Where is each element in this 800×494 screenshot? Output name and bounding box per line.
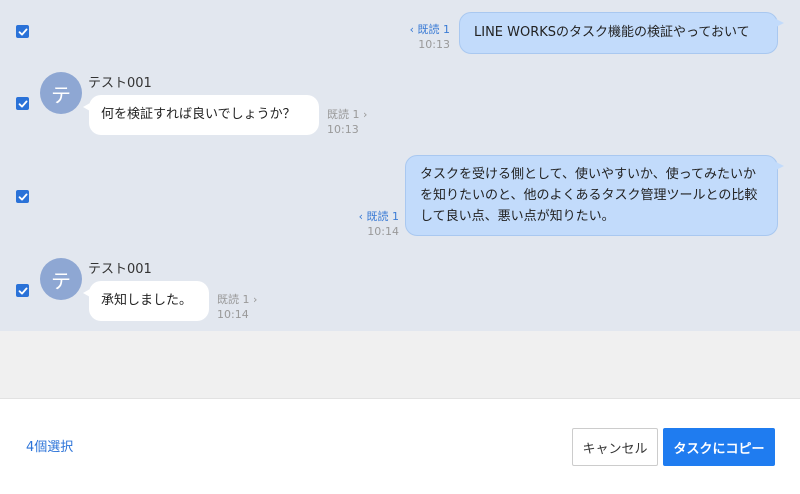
avatar[interactable]: テ (40, 258, 82, 300)
message-time: 10:14 (367, 225, 399, 238)
message-meta: 既読 1 › 10:14 (217, 292, 287, 322)
read-receipt[interactable]: ‹ 既読 1 (339, 209, 399, 224)
avatar[interactable]: テ (40, 72, 82, 114)
message-select-checkbox[interactable] (16, 97, 29, 110)
checkmark-icon (18, 287, 27, 294)
copy-to-task-button[interactable]: タスクにコピー (663, 428, 775, 466)
message-bubble-incoming[interactable]: 承知しました。 (83, 281, 209, 321)
message-text: 何を検証すれば良いでしょうか？ (101, 107, 296, 122)
read-receipt[interactable]: 既読 1 › (327, 107, 397, 122)
message-time: 10:14 (217, 308, 249, 321)
message-time: 10:13 (418, 38, 450, 51)
selection-footer: 4個選択 キャンセル タスクにコピー (0, 399, 800, 494)
chevron-right-icon: › (359, 108, 368, 121)
chevron-left-icon: ‹ (358, 210, 367, 223)
message-meta: ‹ 既読 1 10:14 (339, 209, 399, 239)
cancel-button[interactable]: キャンセル (572, 428, 658, 466)
avatar-initial: テ (51, 82, 71, 107)
chevron-right-icon: › (249, 293, 258, 306)
message-meta: 既読 1 › 10:13 (327, 107, 397, 137)
message-selection-screen: ‹ 既読 1 10:13 LINE WORKSのタスク機能の検証やっておいて テ… (0, 0, 800, 494)
message-text: 承知しました。 (101, 293, 193, 308)
checkmark-icon (18, 100, 27, 107)
message-text: タスクを受ける側として、使いやすいか、使ってみたいかを知りたいのと、他のよくある… (420, 167, 758, 224)
message-meta: ‹ 既読 1 10:13 (390, 22, 450, 52)
message-select-checkbox[interactable] (16, 284, 29, 297)
message-bubble-outgoing[interactable]: LINE WORKSのタスク機能の検証やっておいて (459, 12, 784, 54)
empty-area (0, 331, 800, 399)
checkmark-icon (18, 28, 27, 35)
chat-message-list: ‹ 既読 1 10:13 LINE WORKSのタスク機能の検証やっておいて テ… (0, 0, 800, 331)
message-time: 10:13 (327, 123, 359, 136)
read-receipt[interactable]: ‹ 既読 1 (390, 22, 450, 37)
message-text: LINE WORKSのタスク機能の検証やっておいて (474, 25, 750, 40)
read-receipt[interactable]: 既読 1 › (217, 292, 287, 307)
sender-name: テスト001 (88, 76, 152, 91)
message-bubble-incoming[interactable]: 何を検証すれば良いでしょうか？ (83, 95, 319, 135)
message-bubble-outgoing[interactable]: タスクを受ける側として、使いやすいか、使ってみたいかを知りたいのと、他のよくある… (405, 155, 784, 236)
chevron-left-icon: ‹ (409, 23, 418, 36)
sender-name: テスト001 (88, 262, 152, 277)
checkmark-icon (18, 193, 27, 200)
selected-count: 4個選択 (26, 440, 74, 455)
message-select-checkbox[interactable] (16, 25, 29, 38)
avatar-initial: テ (51, 268, 71, 293)
message-select-checkbox[interactable] (16, 190, 29, 203)
